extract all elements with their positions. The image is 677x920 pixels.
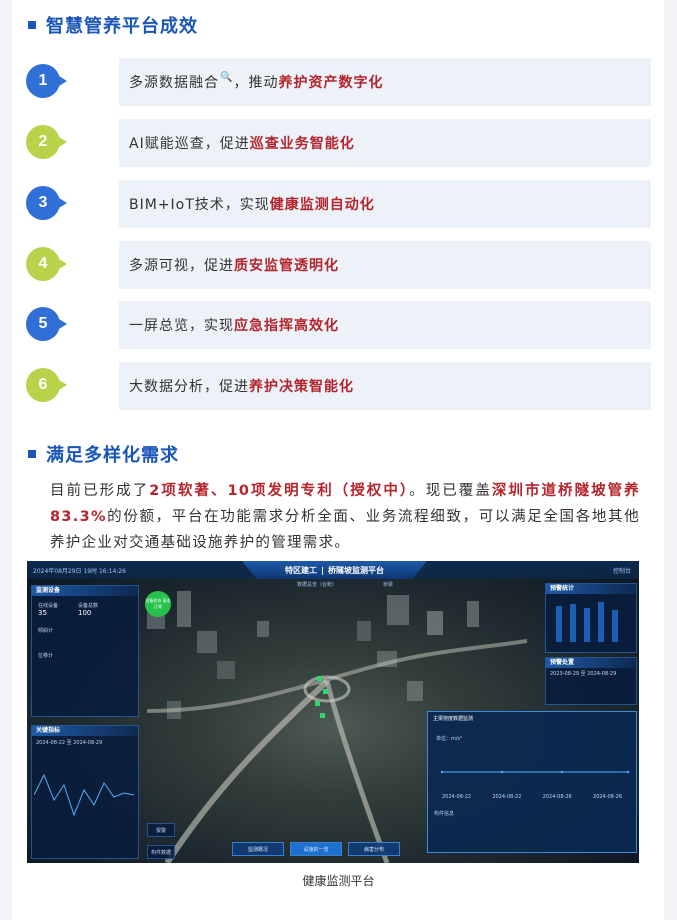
result-item-text: 多源数据融合 🔍 ，推动 养护资产数字化	[119, 58, 651, 106]
monitoring-dashboard-screenshot: 2024年08月29日 19时 16:14:26 控制台 特区建工 | 桥隧坡监…	[27, 561, 639, 863]
item-text: 一屏总览，实现	[129, 318, 234, 334]
section-heading-needs: 满足多样化需求	[28, 441, 179, 467]
item-text: AI赋能巡查，促进	[129, 136, 250, 152]
paragraph-highlight: 2项软著、10项发明专利（授权中）	[149, 483, 410, 499]
number-badge: 5	[26, 307, 67, 341]
left-monitor-panel: 监测设备 在线设备 35 设备总数 100 倾斜计 位移计	[31, 585, 139, 717]
number-badge: 2	[26, 125, 67, 159]
stat-value: 100	[78, 609, 92, 617]
square-bullet-icon	[28, 450, 36, 458]
paragraph-text: 目前已形成了	[50, 483, 150, 499]
device-row[interactable]: 倾斜计	[32, 623, 138, 638]
status-bubble: 设备状态 基本正常	[145, 591, 171, 617]
result-item-text: AI赋能巡查，促进 巡查业务智能化	[119, 119, 651, 167]
stat-label: 在线设备	[38, 603, 59, 609]
result-item-text: 大数据分析，促进 养护决策智能化	[119, 362, 651, 410]
result-item: 1 多源数据融合 🔍 ，推动 养护资产数字化	[26, 58, 651, 106]
item-highlight: 巡查业务智能化	[249, 136, 355, 152]
number-badge: 4	[26, 247, 67, 281]
panel-title: 预警统计	[546, 584, 636, 594]
item-text: 大数据分析，促进	[129, 379, 249, 395]
result-item: 3 BIM+IoT技术，实现 健康监测自动化	[26, 180, 651, 228]
section-title: 智慧管养平台成效	[46, 16, 198, 37]
bar-mini-chart	[556, 602, 618, 642]
device-row[interactable]: 位移计	[32, 638, 138, 659]
search-icon[interactable]: 🔍	[220, 72, 233, 83]
body-paragraph: 目前已形成了2项软著、10项发明专利（授权中）。现已覆盖深圳市道桥隧坡管养83.…	[50, 478, 640, 556]
control-panel-button[interactable]: 控制台	[613, 566, 631, 575]
result-item: 2 AI赋能巡查，促进 巡查业务智能化	[26, 119, 651, 167]
date-range: 2023-08-29 至 2024-08-29	[550, 671, 617, 677]
left-indicator-panel: 关键指标 2024-08-22 至 2024-08-29	[31, 725, 139, 859]
tab-facility-overview[interactable]: 设施的一览	[290, 842, 342, 856]
deflection-popup: 主梁挠度数据监测 单位：m/s² 2024-08-22 2024-08-22 202…	[427, 711, 637, 853]
tab-defect-distribution[interactable]: 病害分布	[348, 842, 400, 856]
right-alert-stats-panel: 预警统计	[545, 583, 637, 653]
date-range: 2024-08-22 至 2024-08-29	[36, 740, 103, 746]
item-text: ，推动	[233, 75, 279, 91]
alarm-button[interactable]: 报警	[147, 823, 175, 837]
number-badge: 3	[26, 186, 67, 220]
section-heading-results: 智慧管养平台成效	[28, 12, 198, 38]
number-badge: 6	[26, 368, 67, 402]
item-text: 多源可视，促进	[129, 258, 234, 274]
right-alert-handling-panel: 预警处置 2023-08-29 至 2024-08-29	[545, 657, 637, 705]
item-text: 多源数据融合	[129, 75, 219, 91]
paragraph-text: 的份额，平台在功能需求分析全面、业务流程细致，可以满足全国各地其他养护企业对交通…	[50, 509, 640, 551]
subtab-overview[interactable]: 数据总览（台账）	[297, 581, 337, 588]
section-title: 满足多样化需求	[46, 445, 179, 466]
timestamp: 2024年08月29日 19时 16:14:26	[33, 568, 126, 575]
platform-title: 桥隧坡监测平台	[327, 565, 384, 575]
panel-title: 预警处置	[546, 658, 636, 668]
dashboard-title: 特区建工 | 桥隧坡监测平台	[242, 561, 427, 579]
deflection-line-chart	[440, 770, 630, 774]
item-highlight: 健康监测自动化	[269, 197, 375, 213]
brand-name: 特区建工	[285, 565, 318, 575]
result-item: 6 大数据分析，促进 养护决策智能化	[26, 362, 651, 410]
square-bullet-icon	[28, 21, 36, 29]
bottom-tabs: 监测概况 设施的一览 病害分布	[232, 842, 400, 856]
component-data-button[interactable]: 构件数据	[147, 845, 175, 859]
number-badge: 1	[26, 64, 67, 98]
line-sparkline	[33, 773, 135, 817]
stat-label: 设备总数	[78, 603, 99, 609]
tab-monitor-overview[interactable]: 监测概况	[232, 842, 284, 856]
figure-caption: 健康监测平台	[302, 874, 375, 888]
result-item-text: BIM+IoT技术，实现 健康监测自动化	[119, 180, 651, 228]
item-highlight: 应急指挥高效化	[234, 318, 339, 334]
item-highlight: 质安监管透明化	[234, 258, 339, 274]
dashboard-subtabs: 数据总览（台账） 桥梁	[297, 581, 393, 588]
subtab-bridge[interactable]: 桥梁	[383, 581, 393, 588]
stat-value: 35	[38, 609, 47, 617]
result-item: 5 一屏总览，实现 应急指挥高效化	[26, 301, 651, 349]
popup-unit: 单位：m/s²	[436, 736, 463, 742]
result-item: 4 多源可视，促进 质安监管透明化	[26, 241, 651, 289]
item-highlight: 养护决策智能化	[249, 379, 354, 395]
result-item-text: 一屏总览，实现 应急指挥高效化	[119, 301, 651, 349]
popup-title: 主梁挠度数据监测	[433, 716, 474, 722]
paragraph-text: 。现已覆盖	[409, 483, 492, 499]
item-highlight: 养护资产数字化	[278, 75, 384, 91]
panel-title: 监测设备	[32, 586, 138, 596]
item-text: BIM+IoT技术，实现	[129, 197, 270, 213]
panel-title: 关键指标	[32, 726, 138, 736]
result-item-text: 多源可视，促进 质安监管透明化	[119, 241, 651, 289]
popup-footer: 构件信息	[434, 811, 455, 817]
